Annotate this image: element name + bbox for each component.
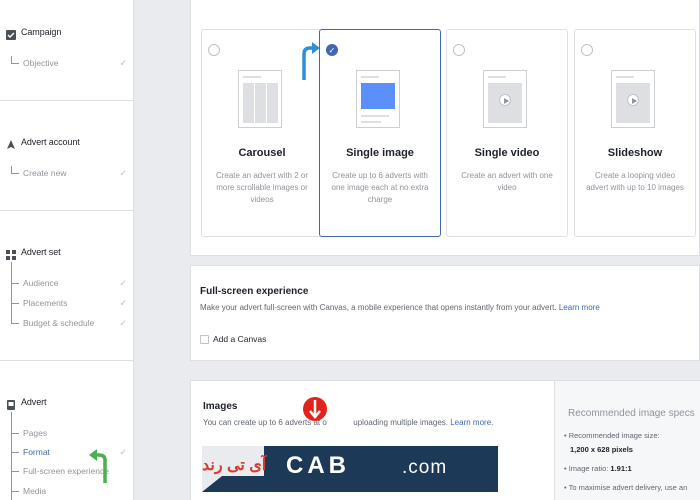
section-title: Images [203,401,238,412]
single-video-thumbnail-icon [483,70,527,128]
learn-more-link[interactable]: Learn more [559,303,600,312]
format-title: Single video [474,147,540,159]
checkbox-label: Add a Canvas [213,334,267,344]
format-description: Create an advert with one video [461,171,553,192]
spec-size-value: 1,200 x 628 pixels [570,445,633,454]
sidebar-item-media[interactable]: Media [11,484,127,498]
check-icon: ✓ [119,446,127,457]
sidebar: Campaign Objective ✓ Advert account Crea… [0,0,134,500]
sidebar-section-advert[interactable]: Advert [6,395,47,410]
checkbox-icon [6,27,16,40]
grid-icon [6,247,16,260]
format-title: Single image [346,147,414,159]
green-arrow-icon [89,449,107,483]
sidebar-item-label: Media [23,486,47,496]
format-description: Create a looping video advert with up to… [586,171,684,192]
spec-delivery: • To maximise advert delivery, use an [564,483,688,492]
carousel-thumbnail-icon [238,70,282,128]
watermark: آی تی رند CAB .com [202,446,498,492]
sidebar-item-label: Audience [23,278,59,288]
format-description: Create an advert with 2 or more scrollab… [215,171,309,204]
format-card-slideshow[interactable]: Slideshow Create a looping video advert … [574,29,696,237]
sidebar-item-label: Budget & schedule [23,318,95,328]
specs-title: Recommended image specs [568,408,695,419]
watermark-stripe-icon [202,476,264,492]
sidebar-item-label: Pages [23,428,48,438]
slideshow-thumbnail-icon [611,70,655,128]
sidebar-item-label: Placements [23,298,68,308]
single-image-thumbnail-icon [356,70,400,128]
sidebar-section-label: Advert [21,397,47,407]
play-icon [499,94,511,106]
check-icon: ✓ [119,167,127,178]
format-panel: Carousel Create an advert with 2 or more… [190,0,700,256]
sidebar-item-pages[interactable]: Pages [11,426,127,440]
radio-button[interactable] [453,44,465,56]
sidebar-item-budget-schedule[interactable]: Budget & schedule ✓ [11,316,127,330]
sidebar-item-label: Objective [23,58,59,68]
sidebar-item-label: Create new [23,168,67,178]
red-arrow-down-icon [303,397,327,421]
format-title: Carousel [238,147,286,159]
check-icon: ✓ [119,57,127,68]
format-card-single-image[interactable]: ✓ Single image Create up to 6 adverts wi… [319,29,441,237]
advert-icon [6,397,16,410]
format-description: Create up to 6 adverts with one image ea… [331,171,429,204]
checkbox[interactable] [200,334,209,344]
divider [0,210,134,211]
divider [0,360,134,361]
check-icon: ✓ [119,317,127,328]
section-description: You can create up to 6 adverts at o uplo… [203,418,494,427]
check-icon: ✓ [119,297,127,308]
sidebar-section-advert-set[interactable]: Advert set [6,245,61,260]
sidebar-section-advert-account[interactable]: Advert account [6,135,80,149]
divider [0,100,134,101]
sidebar-section-label: Campaign [21,27,62,37]
fullscreen-panel: Full-screen experience Make your advert … [190,265,700,361]
recommended-specs: Recommended image specs • Recommended im… [554,381,700,500]
spec-size: • Recommended image size: [564,431,660,440]
sidebar-item-placements[interactable]: Placements ✓ [11,296,127,310]
spec-ratio: • Image ratio: 1.91:1 [564,464,632,473]
play-icon [627,94,639,106]
learn-more-link[interactable]: Learn more. [450,418,493,427]
sidebar-section-label: Advert account [21,137,80,147]
watermark-brand: .com [402,457,448,478]
radio-button-checked[interactable]: ✓ [326,44,338,56]
sidebar-item-objective[interactable]: Objective ✓ [11,56,127,70]
sidebar-section-label: Advert set [21,247,61,257]
watermark-persian-text: آی تی رند [202,457,267,474]
format-card-single-video[interactable]: Single video Create an advert with one v… [446,29,568,237]
section-description: Make your advert full-screen with Canvas… [200,303,600,312]
rocket-icon [6,137,16,149]
radio-button[interactable] [208,44,220,56]
add-canvas-checkbox[interactable]: Add a Canvas [200,334,266,344]
blue-arrow-icon [302,42,320,80]
section-title: Full-screen experience [200,286,309,297]
watermark-logo-text: CAB [286,452,350,479]
radio-button[interactable] [581,44,593,56]
check-icon: ✓ [119,277,127,288]
sidebar-section-campaign[interactable]: Campaign [6,25,62,40]
sidebar-item-create-new[interactable]: Create new ✓ [11,166,127,180]
format-title: Slideshow [607,147,663,159]
sidebar-item-audience[interactable]: Audience ✓ [11,276,127,290]
